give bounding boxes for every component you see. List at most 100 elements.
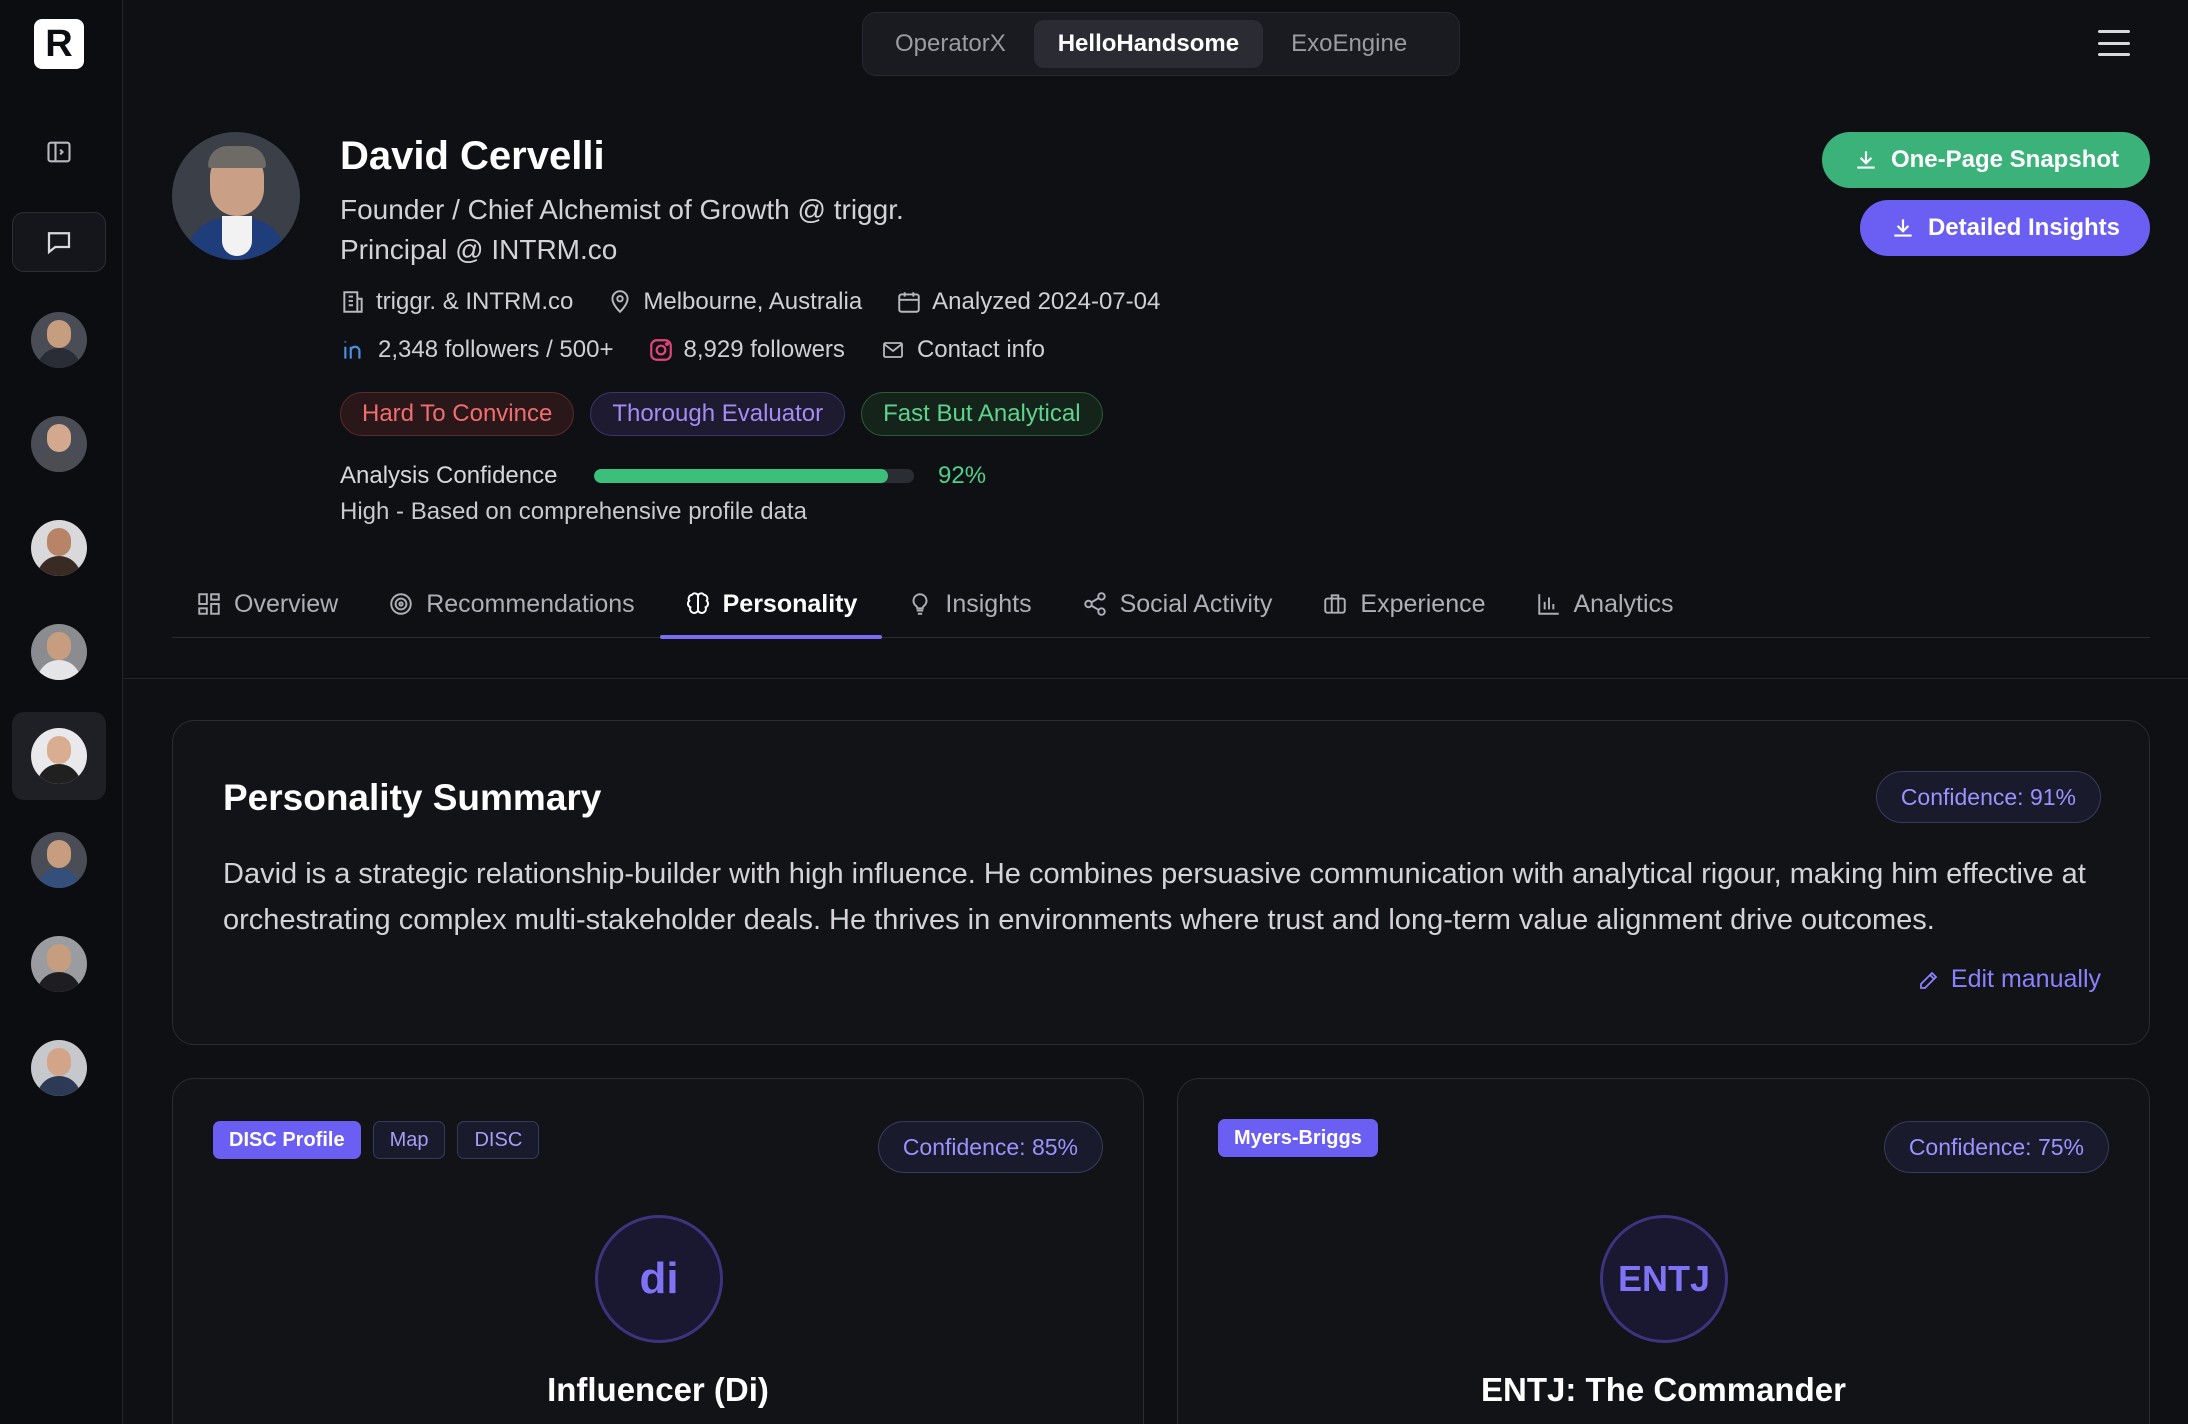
summary-text: David is a strategic relationship-builde… bbox=[223, 858, 2086, 936]
avatar bbox=[31, 520, 87, 576]
tab-personality-label: Personality bbox=[722, 589, 858, 618]
disc-tags: DISC Profile Map DISC bbox=[213, 1121, 540, 1159]
trait-badges: Hard To Convince Thorough Evaluator Fast… bbox=[340, 392, 1103, 436]
calendar-icon bbox=[898, 292, 920, 313]
instagram-icon bbox=[649, 339, 672, 361]
sidebar-panel-icon bbox=[47, 141, 71, 163]
avatar bbox=[31, 1040, 87, 1096]
sidebar-contact-3[interactable] bbox=[12, 518, 106, 578]
app-logo[interactable]: R bbox=[34, 19, 84, 69]
brain-icon bbox=[686, 592, 709, 614]
detailed-insights-label: Detailed Insights bbox=[1927, 214, 2121, 241]
workspace-hellohandsome[interactable]: HelloHandsome bbox=[1033, 20, 1264, 68]
building-icon bbox=[343, 291, 363, 313]
download-icon bbox=[1857, 151, 1875, 169]
instagram-link[interactable]: 8,929 followers bbox=[648, 336, 845, 364]
detailed-insights-button[interactable]: Detailed Insights bbox=[1860, 200, 2150, 256]
tag-map[interactable]: Map bbox=[372, 1121, 446, 1159]
linkedin-icon bbox=[344, 341, 361, 359]
disc-profile-card: DISC Profile Map DISC Confidence: 85% di… bbox=[172, 1078, 1144, 1424]
tab-insights[interactable]: Insights bbox=[882, 570, 1056, 638]
tab-analytics[interactable]: Analytics bbox=[1511, 570, 1699, 638]
mbti-code-badge: ENTJ bbox=[1600, 1215, 1728, 1343]
share-icon bbox=[1083, 592, 1106, 616]
mbti-tags: Myers-Briggs bbox=[1218, 1119, 1378, 1157]
sidebar-contact-7[interactable] bbox=[12, 934, 106, 994]
mbti-title: ENTJ: The Commander bbox=[1481, 1371, 1846, 1408]
myers-briggs-card: Myers-Briggs Confidence: 75% ENTJ ENTJ: … bbox=[1177, 1078, 2150, 1424]
tab-overview[interactable]: Overview bbox=[172, 570, 363, 638]
briefcase-icon bbox=[1324, 594, 1347, 614]
avatar bbox=[31, 416, 87, 472]
analysis-confidence-value: 92% bbox=[938, 462, 987, 489]
tab-experience[interactable]: Experience bbox=[1297, 570, 1510, 638]
badge-fast-but-analytical: Fast But Analytical bbox=[861, 392, 1103, 436]
pencil-icon bbox=[1920, 971, 1938, 989]
sidebar-contact-2[interactable] bbox=[12, 414, 106, 474]
disc-confidence-badge: Confidence: 85% bbox=[877, 1121, 1103, 1173]
tag-disc[interactable]: DISC bbox=[457, 1121, 540, 1159]
profile-meta-row-2: 2,348 followers / 500+ 8,929 followers C… bbox=[340, 336, 1069, 364]
workspace-switcher: OperatorX HelloHandsome ExoEngine bbox=[862, 12, 1460, 76]
sidebar-contact-8[interactable] bbox=[12, 1038, 106, 1098]
tab-personality[interactable]: Personality bbox=[659, 570, 883, 639]
location-info: Melbourne, Australia bbox=[607, 288, 862, 316]
edit-manually-link[interactable]: Edit manually bbox=[1917, 965, 2101, 994]
instagram-followers: 8,929 followers bbox=[683, 336, 845, 363]
tab-analytics-label: Analytics bbox=[1573, 589, 1674, 618]
snapshot-label: One-Page Snapshot bbox=[1890, 146, 2120, 173]
profile-photo bbox=[172, 132, 300, 260]
toggle-sidebar-button[interactable] bbox=[12, 122, 106, 182]
mbti-confidence-badge: Confidence: 75% bbox=[1883, 1121, 2109, 1173]
tag-disc-profile[interactable]: DISC Profile bbox=[213, 1121, 361, 1159]
profile-name: David Cervelli bbox=[340, 134, 605, 178]
company-info: triggr. & INTRM.co bbox=[340, 288, 573, 316]
sidebar-contact-6[interactable] bbox=[12, 830, 106, 890]
avatar bbox=[31, 624, 87, 680]
analyzed-text: Analyzed 2024-07-04 bbox=[932, 288, 1161, 315]
left-sidebar: R bbox=[0, 0, 123, 1424]
location-text: Melbourne, Australia bbox=[643, 288, 863, 315]
workspace-exoengine[interactable]: ExoEngine bbox=[1267, 20, 1431, 68]
badge-hard-to-convince: Hard To Convince bbox=[340, 392, 575, 436]
analyzed-date: Analyzed 2024-07-04 bbox=[896, 288, 1160, 316]
hamburger-menu-icon[interactable] bbox=[2098, 30, 2130, 56]
analysis-confidence-label: Analysis Confidence bbox=[340, 462, 558, 489]
profile-headline-primary: Founder / Chief Alchemist of Growth @ tr… bbox=[340, 194, 904, 225]
tab-recommendations-label: Recommendations bbox=[426, 589, 635, 618]
location-pin-icon bbox=[611, 290, 629, 314]
sidebar-contact-1[interactable] bbox=[12, 310, 106, 370]
disc-title: Influencer (Di) bbox=[547, 1371, 769, 1408]
sidebar-contact-4[interactable] bbox=[12, 622, 106, 682]
avatar bbox=[31, 312, 87, 368]
workspace-operatorx[interactable]: OperatorX bbox=[871, 20, 1030, 68]
chat-button[interactable] bbox=[12, 212, 106, 272]
tab-recommendations[interactable]: Recommendations bbox=[363, 570, 659, 638]
avatar bbox=[31, 936, 87, 992]
edit-manually-label: Edit manually bbox=[1950, 965, 2101, 993]
contact-info-link[interactable]: Contact info bbox=[879, 336, 1045, 364]
personality-summary-card: Personality Summary Confidence: 91% Davi… bbox=[172, 720, 2150, 1045]
badge-thorough-evaluator: Thorough Evaluator bbox=[590, 392, 846, 436]
tab-social-activity-label: Social Activity bbox=[1119, 589, 1273, 618]
summary-confidence-badge: Confidence: 91% bbox=[1875, 771, 2101, 823]
one-page-snapshot-button[interactable]: One-Page Snapshot bbox=[1822, 132, 2150, 188]
disc-code-badge: di bbox=[595, 1215, 723, 1343]
tab-experience-label: Experience bbox=[1360, 589, 1486, 618]
mail-icon bbox=[883, 342, 903, 358]
tag-myers-briggs[interactable]: Myers-Briggs bbox=[1218, 1119, 1378, 1157]
target-icon bbox=[390, 593, 412, 615]
section-divider bbox=[124, 678, 2188, 679]
company-name: triggr. & INTRM.co bbox=[376, 288, 574, 315]
profile-tabs: Overview Recommendations Personality Ins… bbox=[172, 570, 2150, 639]
sidebar-contact-5-active[interactable] bbox=[12, 712, 106, 800]
tab-overview-label: Overview bbox=[234, 589, 339, 618]
analysis-confidence-fill bbox=[594, 469, 889, 483]
tab-social-activity[interactable]: Social Activity bbox=[1057, 570, 1298, 638]
lightbulb-icon bbox=[912, 593, 928, 615]
linkedin-link[interactable]: 2,348 followers / 500+ bbox=[340, 336, 614, 364]
analysis-confidence-subtext: High - Based on comprehensive profile da… bbox=[340, 498, 807, 525]
bar-chart-icon bbox=[1537, 594, 1559, 615]
profile-meta-row-1: triggr. & INTRM.co Melbourne, Australia … bbox=[340, 288, 1184, 316]
grid-icon bbox=[198, 593, 220, 615]
